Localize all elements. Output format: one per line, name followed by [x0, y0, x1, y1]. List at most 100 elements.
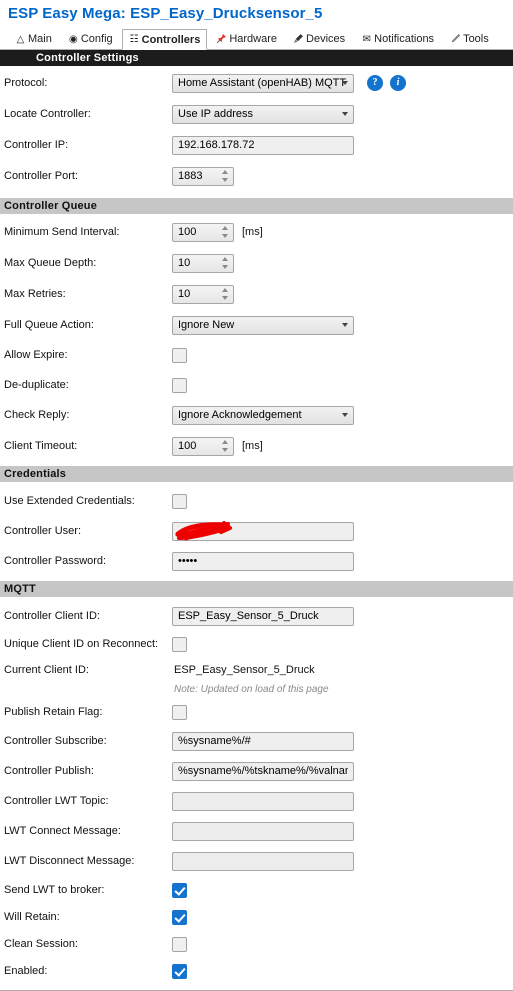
controller-port-stepper[interactable]: 1883	[172, 166, 234, 186]
row-current-client-id: Current Client ID: ESP_Easy_Sensor_5_Dru…	[0, 659, 513, 681]
max-queue-depth-stepper[interactable]: 10	[172, 253, 234, 273]
max-retries-label: Max Retries:	[4, 288, 66, 300]
controller-lwt-topic-label: Controller LWT Topic:	[4, 795, 109, 807]
controller-lwt-topic-input[interactable]	[172, 791, 354, 811]
row-controller-ip: Controller IP:	[0, 134, 513, 156]
lwt-disconnect-message-label: LWT Disconnect Message:	[4, 855, 135, 867]
controller-password-input[interactable]	[172, 551, 354, 571]
protocol-label: Protocol:	[4, 77, 48, 89]
unique-client-id-checkbox[interactable]	[172, 636, 187, 652]
spinner-icon[interactable]	[222, 170, 229, 182]
plug-icon	[292, 33, 305, 46]
spinner-icon[interactable]	[222, 440, 229, 452]
row-unique-client-id: Unique Client ID on Reconnect:	[0, 633, 513, 655]
spinner-icon[interactable]	[222, 257, 229, 269]
row-enabled: Enabled:	[0, 960, 513, 982]
lwt-connect-message-input[interactable]	[172, 821, 354, 841]
full-queue-action-select[interactable]: Ignore New	[172, 315, 354, 335]
row-current-client-id-note: Note: Updated on load of this page	[0, 681, 513, 697]
minimum-send-interval-unit: [ms]	[242, 226, 263, 238]
row-allow-expire: Allow Expire:	[0, 344, 513, 366]
section-header-controller-queue: Controller Queue	[0, 198, 513, 214]
tab-config-label: Config	[80, 33, 113, 45]
max-retries-stepper[interactable]: 10	[172, 284, 234, 304]
controllers-icon: ☷	[129, 34, 139, 45]
row-full-queue-action: Full Queue Action: Ignore New	[0, 314, 513, 336]
tab-config[interactable]: ◉ Config	[61, 28, 120, 49]
row-check-reply: Check Reply: Ignore Acknowledgement	[0, 404, 513, 426]
row-controller-password: Controller Password:	[0, 550, 513, 572]
controller-user-input[interactable]	[172, 521, 354, 541]
protocol-value: Home Assistant (openHAB) MQTT	[178, 77, 347, 89]
lwt-disconnect-message-input[interactable]	[172, 851, 354, 871]
tab-tools[interactable]: Tools	[443, 28, 496, 49]
controller-password-label: Controller Password:	[4, 555, 107, 567]
will-retain-checkbox[interactable]	[172, 909, 187, 925]
section-header-credentials: Credentials	[0, 466, 513, 482]
controller-ip-input[interactable]	[172, 135, 354, 155]
enabled-label: Enabled:	[4, 965, 48, 977]
chevron-down-icon	[342, 323, 348, 327]
row-max-retries: Max Retries: 10	[0, 283, 513, 305]
allow-expire-checkbox[interactable]	[172, 347, 187, 363]
controller-publish-input[interactable]	[172, 761, 354, 781]
row-will-retain: Will Retain:	[0, 906, 513, 928]
pushpin-icon	[215, 33, 228, 46]
tab-notifications-label: Notifications	[374, 33, 435, 45]
de-duplicate-checkbox[interactable]	[172, 377, 187, 393]
row-controller-publish: Controller Publish:	[0, 760, 513, 782]
chevron-down-icon	[342, 112, 348, 116]
spinner-icon[interactable]	[222, 288, 229, 300]
current-client-id-label: Current Client ID:	[4, 664, 89, 676]
allow-expire-label: Allow Expire:	[4, 349, 68, 361]
publish-retain-flag-checkbox[interactable]	[172, 704, 187, 720]
locate-controller-select[interactable]: Use IP address	[172, 104, 354, 124]
enabled-checkbox[interactable]	[172, 963, 187, 979]
client-timeout-unit: [ms]	[242, 440, 263, 452]
max-queue-depth-label: Max Queue Depth:	[4, 257, 97, 269]
use-extended-credentials-checkbox[interactable]	[172, 493, 187, 509]
tab-bar: △ Main ◉ Config ☷ Controllers Hardware D…	[0, 28, 513, 50]
controller-subscribe-input[interactable]	[172, 731, 354, 751]
row-de-duplicate: De-duplicate:	[0, 374, 513, 396]
client-timeout-stepper[interactable]: 100	[172, 436, 234, 456]
minimum-send-interval-stepper[interactable]: 100	[172, 222, 234, 242]
row-clean-session: Clean Session:	[0, 933, 513, 955]
row-controller-subscribe: Controller Subscribe:	[0, 730, 513, 752]
locate-controller-value: Use IP address	[178, 108, 254, 120]
de-duplicate-label: De-duplicate:	[4, 379, 69, 391]
protocol-select[interactable]: Home Assistant (openHAB) MQTT	[172, 73, 354, 93]
tab-notifications[interactable]: ✉ Notifications	[354, 28, 441, 49]
controller-subscribe-label: Controller Subscribe:	[4, 735, 107, 747]
will-retain-label: Will Retain:	[4, 911, 60, 923]
envelope-icon: ✉	[362, 33, 371, 45]
full-queue-action-label: Full Queue Action:	[4, 319, 94, 331]
check-reply-select[interactable]: Ignore Acknowledgement	[172, 405, 354, 425]
pencil-icon	[449, 33, 462, 46]
controller-client-id-label: Controller Client ID:	[4, 610, 100, 622]
home-icon: △	[16, 33, 25, 45]
send-lwt-to-broker-checkbox[interactable]	[172, 882, 187, 898]
controller-publish-label: Controller Publish:	[4, 765, 94, 777]
chevron-down-icon	[342, 413, 348, 417]
max-queue-depth-value: 10	[178, 257, 191, 269]
info-icon[interactable]: i	[390, 75, 406, 91]
tab-main[interactable]: △ Main	[8, 28, 59, 49]
clean-session-label: Clean Session:	[4, 938, 78, 950]
publish-retain-flag-label: Publish Retain Flag:	[4, 706, 103, 718]
minimum-send-interval-value: 100	[178, 226, 197, 238]
tab-main-label: Main	[28, 33, 52, 45]
row-client-timeout: Client Timeout: 100 [ms]	[0, 435, 513, 457]
tab-controllers[interactable]: ☷ Controllers	[121, 29, 208, 50]
tab-controllers-label: Controllers	[141, 33, 201, 46]
chevron-down-icon	[342, 81, 348, 85]
controller-ip-label: Controller IP:	[4, 139, 69, 151]
send-lwt-to-broker-label: Send LWT to broker:	[4, 884, 105, 896]
help-icon[interactable]: ?	[367, 75, 383, 91]
spinner-icon[interactable]	[222, 226, 229, 238]
tab-devices-label: Devices	[306, 33, 346, 45]
section-header-controller-settings: Controller Settings	[0, 50, 513, 66]
controller-client-id-input[interactable]	[172, 606, 354, 626]
tab-hardware[interactable]: Hardware	[209, 28, 284, 49]
tab-devices[interactable]: Devices	[286, 28, 352, 49]
